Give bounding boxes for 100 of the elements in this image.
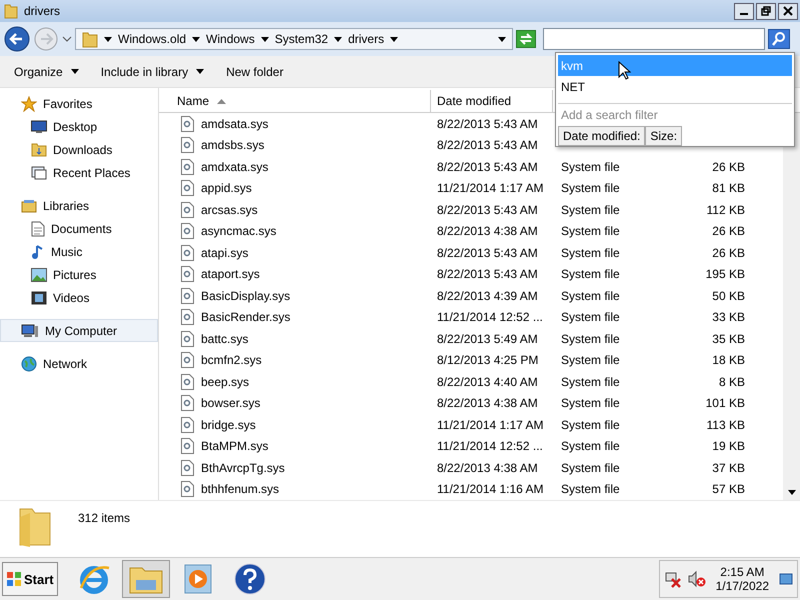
date-cell-text: 11/21/2014 1:17 AM: [436, 181, 545, 196]
size-cell: 26 KB: [712, 224, 745, 238]
file-name[interactable]: bthhfenum.sys: [201, 482, 280, 496]
breadcrumb[interactable]: Windows.old: [118, 32, 186, 46]
window-stack-icon: [31, 166, 47, 180]
date-cell-text: 8/12/2013 4:25 PM: [436, 353, 540, 368]
show-desktop-icon[interactable]: [779, 571, 793, 587]
column-header[interactable]: Date modified: [431, 90, 553, 112]
sidebar-item[interactable]: My Computer: [0, 319, 158, 342]
sidebar-item[interactable]: Desktop: [0, 115, 158, 138]
caret-icon[interactable]: [192, 36, 200, 42]
clock-time: 2:15 AM: [720, 565, 764, 579]
file-name[interactable]: bridge.sys: [201, 418, 256, 432]
file-name[interactable]: battc.sys: [201, 332, 248, 346]
sidebar-item[interactable]: Recent Places: [0, 161, 158, 184]
sort-up-icon: [217, 98, 226, 104]
restore-button[interactable]: [756, 2, 776, 20]
system-file-icon: [181, 481, 194, 498]
file-name[interactable]: atapi.sys: [201, 246, 248, 260]
file-name[interactable]: arcsas.sys: [201, 202, 258, 217]
type-cell: System file: [561, 353, 620, 368]
sidebar-item[interactable]: Videos: [0, 286, 158, 309]
start-label: Start: [24, 572, 54, 586]
search-field[interactable]: [543, 28, 765, 50]
caret-icon[interactable]: [390, 36, 398, 42]
breadcrumb[interactable]: Windows: [206, 32, 255, 46]
breadcrumb[interactable]: System32: [274, 32, 328, 46]
toolbar-button[interactable]: Organize: [4, 60, 89, 82]
file-name[interactable]: asyncmac.sys: [201, 224, 276, 238]
sidebar-label: Videos: [53, 290, 90, 304]
size-cell: 50 KB: [712, 288, 745, 303]
system-file-icon: [181, 460, 194, 476]
type-cell: System file: [561, 267, 620, 282]
type-cell: System file: [561, 460, 620, 475]
caret-icon[interactable]: [334, 36, 342, 42]
sidebar-item[interactable]: Downloads: [0, 138, 158, 161]
date-cell-text: 8/22/2013 4:39 AM: [436, 288, 539, 303]
scroll-down-arrow-icon[interactable]: [786, 490, 796, 496]
dropdown-caret-icon[interactable]: [498, 36, 506, 42]
filter-button[interactable]: Size:: [645, 126, 682, 146]
size-cell: 57 KB: [712, 482, 745, 496]
caret-icon[interactable]: [260, 36, 269, 42]
scrollbar[interactable]: [783, 113, 800, 500]
filter-button[interactable]: Date modified:: [558, 126, 646, 146]
sidebar-item[interactable]: Network: [0, 352, 158, 375]
sidebar-item[interactable]: Pictures: [0, 263, 158, 286]
system-file-icon: [181, 416, 194, 433]
toolbar-button[interactable]: New folder: [216, 60, 294, 82]
folder-icon: [82, 30, 98, 48]
file-name[interactable]: BthAvrcpTg.sys: [201, 460, 285, 475]
type-cell: System file: [561, 160, 620, 174]
clock-date: 1/17/2022: [716, 579, 769, 593]
address-bar[interactable]: Windows.old Windows System32 drivers: [75, 28, 513, 50]
file-name[interactable]: amdsbs.sys: [201, 138, 264, 152]
sidebar-label: Pictures: [53, 268, 96, 282]
file-name[interactable]: beep.sys: [201, 374, 250, 389]
close-button[interactable]: [778, 2, 798, 20]
refresh-button[interactable]: [516, 30, 536, 48]
breadcrumb[interactable]: drivers: [348, 32, 384, 46]
date-cell-text: 11/21/2014 1:17 AM: [436, 418, 545, 432]
monitor-icon: [31, 120, 47, 134]
size-cell: 113 KB: [706, 418, 745, 432]
size-cell: 112 KB: [706, 202, 745, 217]
toolbar-button[interactable]: Include in library: [90, 60, 214, 82]
file-name[interactable]: appid.sys: [201, 181, 252, 196]
sidebar-label: My Computer: [45, 324, 118, 338]
sidebar-label: Favorites: [43, 96, 92, 110]
date-cell-text: 11/21/2014 12:52 ...: [436, 310, 544, 324]
file-name[interactable]: BasicDisplay.sys: [201, 288, 290, 303]
search-button[interactable]: [768, 29, 790, 49]
file-name[interactable]: BtaMPM.sys: [201, 439, 268, 454]
library-icon: [21, 198, 37, 214]
date-cell-text: 11/21/2014 1:16 AM: [436, 482, 545, 496]
size-cell: 26 KB: [712, 160, 745, 174]
suggestion-item[interactable]: NET: [558, 76, 792, 97]
type-cell: System file: [561, 396, 620, 410]
back-button[interactable]: [4, 26, 30, 52]
file-name[interactable]: bcmfn2.sys: [201, 353, 262, 368]
sidebar-item[interactable]: Favorites: [0, 92, 158, 115]
sidebar-label: Documents: [51, 222, 112, 236]
file-name[interactable]: bowser.sys: [201, 396, 260, 410]
computer-icon: [21, 322, 39, 338]
file-name[interactable]: amdsata.sys: [201, 116, 268, 131]
system-file-icon: [181, 116, 194, 132]
column-header[interactable]: Name: [159, 90, 431, 112]
sidebar-item[interactable]: Music: [0, 240, 158, 263]
windows-logo-icon: [6, 571, 22, 587]
size-cell: 18 KB: [712, 353, 745, 368]
restore-icon: [761, 6, 771, 16]
file-name[interactable]: amdxata.sys: [201, 160, 268, 174]
minimize-button[interactable]: [734, 2, 754, 20]
start-button[interactable]: Start: [2, 562, 58, 596]
file-name[interactable]: ataport.sys: [201, 267, 260, 282]
sidebar-item[interactable]: Libraries: [0, 194, 158, 217]
history-caret-icon[interactable]: [62, 35, 72, 43]
system-file-icon: [181, 288, 194, 304]
sidebar-item[interactable]: Documents: [0, 217, 158, 240]
caret-icon[interactable]: [104, 36, 112, 42]
file-name[interactable]: BasicRender.sys: [201, 310, 290, 324]
system-file-icon: [181, 244, 194, 261]
